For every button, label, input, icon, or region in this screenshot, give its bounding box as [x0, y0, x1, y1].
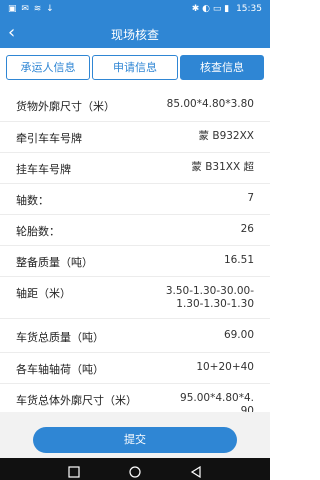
detail-row: 牵引车车号牌 蒙 B932XX — [0, 122, 270, 153]
detail-label: 轴距（米） — [16, 287, 71, 300]
detail-value: 3.50-1.30-30.00-1.30-1.30-1.30 — [165, 285, 254, 310]
detail-row: 各车轴轴荷（吨） 10+20+40 — [0, 353, 270, 384]
detail-label: 牵引车车号牌 — [16, 132, 82, 145]
detail-row: 挂车车号牌 蒙 B31XX 超 — [0, 153, 270, 184]
nav-bar: ‹ 现场核查 — [0, 21, 270, 48]
status-time: 15:35 — [236, 4, 262, 14]
bottom-action-bar: 提交 — [0, 412, 270, 458]
page-title: 现场核查 — [110, 28, 159, 42]
detail-value: 蒙 B31XX 超 — [191, 161, 254, 173]
recent-apps-icon[interactable] — [68, 463, 80, 478]
detail-label: 轴数： — [16, 194, 49, 207]
details-list: 货物外廓尺寸（米） 85.00*4.80*3.80 牵引车车号牌 蒙 B932X… — [0, 86, 270, 422]
detail-label: 车货总体外廓尺寸（米） — [16, 394, 137, 407]
home-icon[interactable] — [129, 463, 141, 478]
detail-value: 85.00*4.80*3.80 — [166, 98, 254, 110]
detail-label: 车货总质量（吨） — [16, 331, 104, 344]
detail-label: 整备质量（吨） — [16, 256, 93, 269]
detail-value: 26 — [240, 223, 254, 235]
detail-row: 轴数： 7 — [0, 184, 270, 215]
detail-row: 轮胎数： 26 — [0, 215, 270, 246]
submit-button[interactable]: 提交 — [33, 427, 237, 453]
status-left-icons: ▣ ✉ ≋ ↓ — [8, 4, 55, 14]
detail-row: 车货总质量（吨） 69.00 — [0, 319, 270, 353]
tab-bar: 承运人信息 申请信息 核查信息 — [6, 55, 264, 80]
tab-carrier-info[interactable]: 承运人信息 — [6, 55, 90, 80]
status-bar: ▣ ✉ ≋ ↓ ✱ ◐ ▭ ▮ 15:35 — [0, 0, 270, 21]
detail-label: 挂车车号牌 — [16, 163, 71, 176]
detail-row: 整备质量（吨） 16.51 — [0, 246, 270, 277]
detail-label: 货物外廓尺寸（米） — [16, 100, 115, 113]
back-nav-icon[interactable] — [190, 463, 202, 479]
system-nav-bar — [0, 458, 270, 480]
detail-label: 各车轴轴荷（吨） — [16, 363, 104, 376]
detail-row: 货物外廓尺寸（米） 85.00*4.80*3.80 — [0, 86, 270, 122]
detail-value: 69.00 — [223, 329, 254, 341]
detail-value: 10+20+40 — [196, 361, 254, 373]
tab-application-info[interactable]: 申请信息 — [92, 55, 178, 80]
detail-row: 轴距（米） 3.50-1.30-30.00-1.30-1.30-1.30 — [0, 277, 270, 319]
detail-value: 16.51 — [223, 254, 254, 266]
status-icons: ✱ ◐ ▭ ▮ — [191, 4, 230, 14]
detail-value: 蒙 B932XX — [198, 130, 254, 142]
status-right: ✱ ◐ ▭ ▮ 15:35 — [192, 4, 262, 14]
detail-label: 轮胎数： — [16, 225, 60, 238]
tab-verification-info[interactable]: 核查信息 — [180, 55, 264, 80]
detail-value: 7 — [247, 192, 254, 204]
